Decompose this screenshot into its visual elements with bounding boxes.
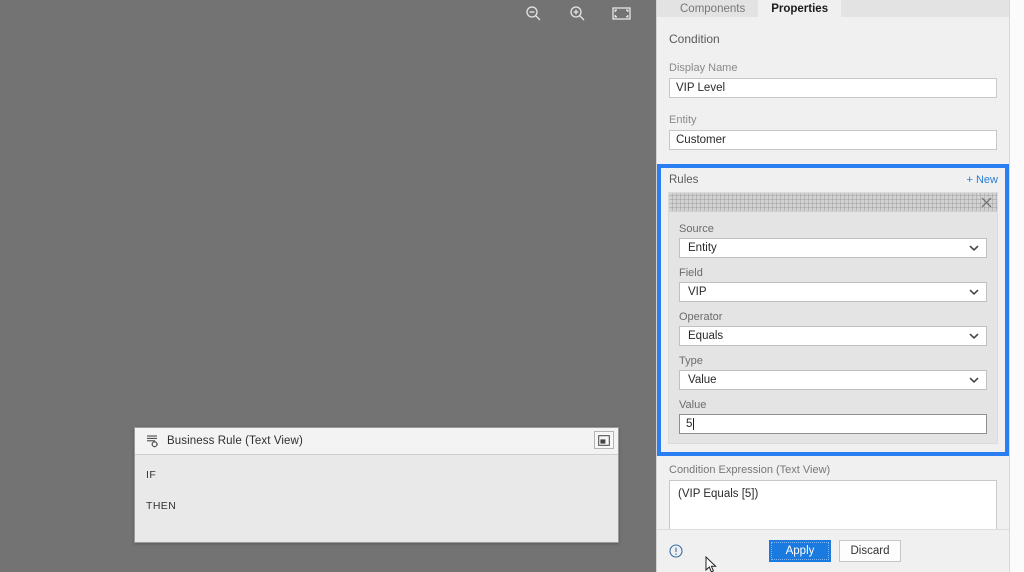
business-rule-icon — [144, 433, 160, 449]
display-name-input[interactable]: VIP Level — [669, 78, 997, 98]
business-rule-titlebar[interactable]: Business Rule (Text View) — [135, 428, 618, 455]
chevron-down-icon — [969, 289, 979, 296]
entity-label: Entity — [669, 114, 697, 126]
source-label: Source — [679, 223, 714, 235]
value-label: Value — [679, 399, 707, 411]
rule-card-body: Source Entity Field VIP Operator Equals … — [669, 212, 997, 443]
business-rule-panel[interactable]: Business Rule (Text View) IF THEN — [134, 427, 619, 543]
condition-expression-textarea[interactable]: (VIP Equals [5]) — [669, 480, 997, 529]
condition-expression-label: Condition Expression (Text View) — [669, 464, 831, 476]
tab-components[interactable]: Components — [667, 0, 759, 17]
chevron-down-icon — [969, 333, 979, 340]
rules-header: Rules + New — [668, 172, 998, 192]
canvas-toolbar — [522, 2, 632, 24]
operator-select-value: Equals — [688, 330, 724, 342]
field-select-value: VIP — [688, 286, 707, 298]
properties-panel-inner: Components Properties Condition Display … — [657, 0, 1010, 572]
condition-expression-block: Condition Expression (Text View) (VIP Eq… — [657, 456, 1009, 529]
section-heading-condition: Condition — [669, 32, 720, 46]
value-input[interactable]: 5 — [679, 414, 987, 434]
app-root: Business Rule (Text View) IF THEN Compon… — [0, 0, 1024, 572]
design-canvas[interactable]: Business Rule (Text View) IF THEN — [0, 0, 656, 572]
entity-block: Entity Customer — [657, 114, 1009, 150]
panel-tabs: Components Properties — [657, 0, 1009, 17]
close-icon[interactable] — [979, 195, 993, 209]
source-select-value: Entity — [688, 242, 717, 254]
field-label: Field — [679, 267, 703, 279]
type-select-value: Value — [688, 374, 717, 386]
rule-card: Source Entity Field VIP Operator Equals … — [668, 192, 998, 444]
zoom-in-icon[interactable] — [566, 2, 588, 24]
fit-to-screen-icon[interactable] — [610, 2, 632, 24]
properties-content: Condition Display Name VIP Level Entity … — [657, 17, 1009, 529]
apply-button[interactable]: Apply — [769, 540, 831, 562]
display-name-label: Display Name — [669, 62, 738, 74]
type-select[interactable]: Value — [679, 370, 987, 390]
business-rule-line-if: IF — [146, 469, 157, 481]
info-icon[interactable] — [669, 544, 683, 558]
operator-label: Operator — [679, 311, 723, 323]
zoom-out-icon[interactable] — [522, 2, 544, 24]
type-label: Type — [679, 355, 703, 367]
business-rule-line-then: THEN — [146, 500, 177, 512]
source-select[interactable]: Entity — [679, 238, 987, 258]
operator-select[interactable]: Equals — [679, 326, 987, 346]
business-rule-title: Business Rule (Text View) — [167, 435, 303, 447]
chevron-down-icon — [969, 377, 979, 384]
rules-new-button[interactable]: + New — [967, 174, 999, 186]
value-input-text: 5 — [686, 418, 693, 430]
chevron-down-icon — [969, 245, 979, 252]
text-caret — [693, 418, 695, 430]
discard-button[interactable]: Discard — [839, 540, 901, 562]
rules-section-highlight: Rules + New Source Entity Field VIP Oper… — [657, 164, 1009, 456]
display-name-block: Display Name VIP Level — [657, 62, 1009, 98]
business-rule-body: IF THEN — [135, 455, 618, 542]
field-select[interactable]: VIP — [679, 282, 987, 302]
properties-footer: Apply Discard — [657, 529, 1009, 572]
rule-card-drag-handle[interactable] — [669, 193, 997, 212]
properties-panel: Components Properties Condition Display … — [656, 0, 1024, 572]
business-rule-restore-icon[interactable] — [594, 431, 614, 449]
rules-title: Rules — [669, 174, 699, 186]
tab-properties[interactable]: Properties — [758, 0, 842, 17]
entity-input[interactable]: Customer — [669, 130, 997, 150]
